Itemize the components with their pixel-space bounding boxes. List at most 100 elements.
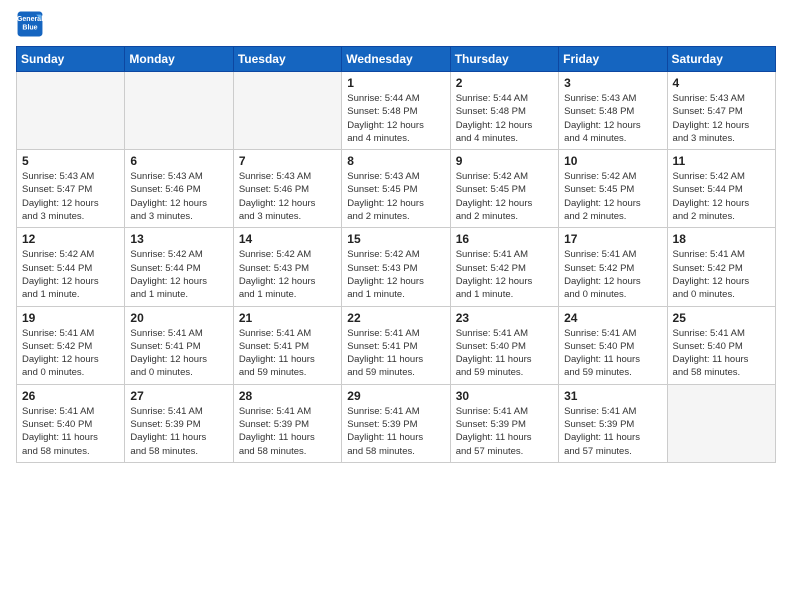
cell-text: Sunrise: 5:41 AM Sunset: 5:40 PM Dayligh… <box>456 327 553 380</box>
calendar-cell: 2Sunrise: 5:44 AM Sunset: 5:48 PM Daylig… <box>450 72 558 150</box>
day-number: 30 <box>456 389 553 403</box>
calendar-cell: 11 Sunrise: 5:42 AM Sunset: 5:44 PM Dayli… <box>667 150 775 228</box>
day-number: 11 <box>673 154 770 168</box>
cell-text: Sunrise: 5:41 AM Sunset: 5:42 PM Dayligh… <box>456 248 553 301</box>
cell-text: Sunrise: 5:41 AM Sunset: 5:40 PM Dayligh… <box>22 405 119 458</box>
day-number: 8 <box>347 154 444 168</box>
cell-text: Sunrise: 5:41 AM Sunset: 5:41 PM Dayligh… <box>239 327 336 380</box>
calendar-cell: 20Sunrise: 5:41 AM Sunset: 5:41 PM Dayli… <box>125 306 233 384</box>
calendar-header-row: SundayMondayTuesdayWednesdayThursdayFrid… <box>17 47 776 72</box>
day-number: 13 <box>130 232 227 246</box>
day-number: 24 <box>564 311 661 325</box>
calendar-week-1: 1 Sunrise: 5:44 AM Sunset: 5:48 PM Daylig… <box>17 72 776 150</box>
logo: General Blue <box>16 10 46 38</box>
calendar-week-2: 5 Sunrise: 5:43 AM Sunset: 5:47 PM Daylig… <box>17 150 776 228</box>
cell-text: Sunrise: 5:41 AM Sunset: 5:41 PM Dayligh… <box>347 327 444 380</box>
day-number: 29 <box>347 389 444 403</box>
calendar-cell: 8 Sunrise: 5:43 AM Sunset: 5:45 PM Daylig… <box>342 150 450 228</box>
cell-text: Sunrise: 5:43 AM Sunset: 5:45 PM Dayligh… <box>347 170 444 223</box>
calendar-cell: 6Sunrise: 5:43 AM Sunset: 5:46 PM Daylig… <box>125 150 233 228</box>
day-number: 26 <box>22 389 119 403</box>
calendar-cell: 21 Sunrise: 5:41 AM Sunset: 5:41 PM Dayli… <box>233 306 341 384</box>
calendar-cell: 18 Sunrise: 5:41 AM Sunset: 5:42 PM Dayli… <box>667 228 775 306</box>
calendar-cell: 17 Sunrise: 5:41 AM Sunset: 5:42 PM Dayli… <box>559 228 667 306</box>
cell-text: Sunrise: 5:41 AM Sunset: 5:40 PM Dayligh… <box>564 327 661 380</box>
cell-text: Sunrise: 5:43 AM Sunset: 5:47 PM Dayligh… <box>22 170 119 223</box>
calendar-cell: 30 Sunrise: 5:41 AM Sunset: 5:39 PM Dayli… <box>450 384 558 462</box>
cell-text: Sunrise: 5:41 AM Sunset: 5:42 PM Dayligh… <box>673 248 770 301</box>
day-number: 21 <box>239 311 336 325</box>
day-header-wednesday: Wednesday <box>342 47 450 72</box>
cell-text: Sunrise: 5:42 AM Sunset: 5:45 PM Dayligh… <box>456 170 553 223</box>
day-number: 3 <box>564 76 661 90</box>
cell-text: Sunrise: 5:43 AM Sunset: 5:46 PM Dayligh… <box>130 170 227 223</box>
day-number: 15 <box>347 232 444 246</box>
cell-text: Sunrise: 5:43 AM Sunset: 5:48 PM Dayligh… <box>564 92 661 145</box>
day-number: 31 <box>564 389 661 403</box>
day-number: 20 <box>130 311 227 325</box>
cell-text: Sunrise: 5:42 AM Sunset: 5:44 PM Dayligh… <box>22 248 119 301</box>
day-number: 22 <box>347 311 444 325</box>
calendar-cell <box>125 72 233 150</box>
calendar-week-5: 26 Sunrise: 5:41 AM Sunset: 5:40 PM Dayli… <box>17 384 776 462</box>
calendar-cell: 25 Sunrise: 5:41 AM Sunset: 5:40 PM Dayli… <box>667 306 775 384</box>
day-number: 5 <box>22 154 119 168</box>
cell-text: Sunrise: 5:44 AM Sunset: 5:48 PM Dayligh… <box>347 92 444 145</box>
day-number: 9 <box>456 154 553 168</box>
calendar-cell: 14 Sunrise: 5:42 AM Sunset: 5:43 PM Dayli… <box>233 228 341 306</box>
calendar-cell <box>17 72 125 150</box>
day-header-monday: Monday <box>125 47 233 72</box>
calendar-cell: 12 Sunrise: 5:42 AM Sunset: 5:44 PM Dayli… <box>17 228 125 306</box>
calendar-cell: 31 Sunrise: 5:41 AM Sunset: 5:39 PM Dayli… <box>559 384 667 462</box>
day-number: 7 <box>239 154 336 168</box>
calendar-cell: 13 Sunrise: 5:42 AM Sunset: 5:44 PM Dayli… <box>125 228 233 306</box>
cell-text: Sunrise: 5:41 AM Sunset: 5:39 PM Dayligh… <box>456 405 553 458</box>
calendar-cell: 19Sunrise: 5:41 AM Sunset: 5:42 PM Dayli… <box>17 306 125 384</box>
day-header-sunday: Sunday <box>17 47 125 72</box>
day-number: 27 <box>130 389 227 403</box>
cell-text: Sunrise: 5:41 AM Sunset: 5:40 PM Dayligh… <box>673 327 770 380</box>
calendar-cell: 9 Sunrise: 5:42 AM Sunset: 5:45 PM Daylig… <box>450 150 558 228</box>
cell-text: Sunrise: 5:44 AM Sunset: 5:48 PM Dayligh… <box>456 92 553 145</box>
day-header-saturday: Saturday <box>667 47 775 72</box>
logo-icon: General Blue <box>16 10 44 38</box>
calendar-week-4: 19Sunrise: 5:41 AM Sunset: 5:42 PM Dayli… <box>17 306 776 384</box>
cell-text: Sunrise: 5:41 AM Sunset: 5:39 PM Dayligh… <box>564 405 661 458</box>
day-number: 1 <box>347 76 444 90</box>
cell-text: Sunrise: 5:41 AM Sunset: 5:42 PM Dayligh… <box>564 248 661 301</box>
cell-text: Sunrise: 5:43 AM Sunset: 5:47 PM Dayligh… <box>673 92 770 145</box>
cell-text: Sunrise: 5:43 AM Sunset: 5:46 PM Dayligh… <box>239 170 336 223</box>
day-number: 25 <box>673 311 770 325</box>
day-number: 23 <box>456 311 553 325</box>
cell-text: Sunrise: 5:41 AM Sunset: 5:39 PM Dayligh… <box>130 405 227 458</box>
calendar-cell: 15 Sunrise: 5:42 AM Sunset: 5:43 PM Dayli… <box>342 228 450 306</box>
calendar-cell <box>233 72 341 150</box>
calendar-cell: 28 Sunrise: 5:41 AM Sunset: 5:39 PM Dayli… <box>233 384 341 462</box>
day-number: 4 <box>673 76 770 90</box>
day-number: 12 <box>22 232 119 246</box>
calendar-cell: 7 Sunrise: 5:43 AM Sunset: 5:46 PM Daylig… <box>233 150 341 228</box>
cell-text: Sunrise: 5:41 AM Sunset: 5:39 PM Dayligh… <box>239 405 336 458</box>
header: General Blue <box>16 10 776 38</box>
svg-text:Blue: Blue <box>22 24 37 31</box>
cell-text: Sunrise: 5:42 AM Sunset: 5:43 PM Dayligh… <box>239 248 336 301</box>
page: General Blue SundayMondayTuesdayWednesda… <box>0 0 792 479</box>
day-header-thursday: Thursday <box>450 47 558 72</box>
calendar-table: SundayMondayTuesdayWednesdayThursdayFrid… <box>16 46 776 463</box>
day-number: 14 <box>239 232 336 246</box>
cell-text: Sunrise: 5:42 AM Sunset: 5:44 PM Dayligh… <box>673 170 770 223</box>
cell-text: Sunrise: 5:42 AM Sunset: 5:43 PM Dayligh… <box>347 248 444 301</box>
calendar-week-3: 12 Sunrise: 5:42 AM Sunset: 5:44 PM Dayli… <box>17 228 776 306</box>
day-number: 17 <box>564 232 661 246</box>
calendar-cell: 24 Sunrise: 5:41 AM Sunset: 5:40 PM Dayli… <box>559 306 667 384</box>
day-header-tuesday: Tuesday <box>233 47 341 72</box>
day-number: 28 <box>239 389 336 403</box>
calendar-cell: 26 Sunrise: 5:41 AM Sunset: 5:40 PM Dayli… <box>17 384 125 462</box>
calendar-cell: 4 Sunrise: 5:43 AM Sunset: 5:47 PM Daylig… <box>667 72 775 150</box>
calendar-cell: 29Sunrise: 5:41 AM Sunset: 5:39 PM Dayli… <box>342 384 450 462</box>
calendar-cell <box>667 384 775 462</box>
cell-text: Sunrise: 5:42 AM Sunset: 5:44 PM Dayligh… <box>130 248 227 301</box>
day-number: 18 <box>673 232 770 246</box>
day-number: 16 <box>456 232 553 246</box>
calendar-body: 1 Sunrise: 5:44 AM Sunset: 5:48 PM Daylig… <box>17 72 776 463</box>
